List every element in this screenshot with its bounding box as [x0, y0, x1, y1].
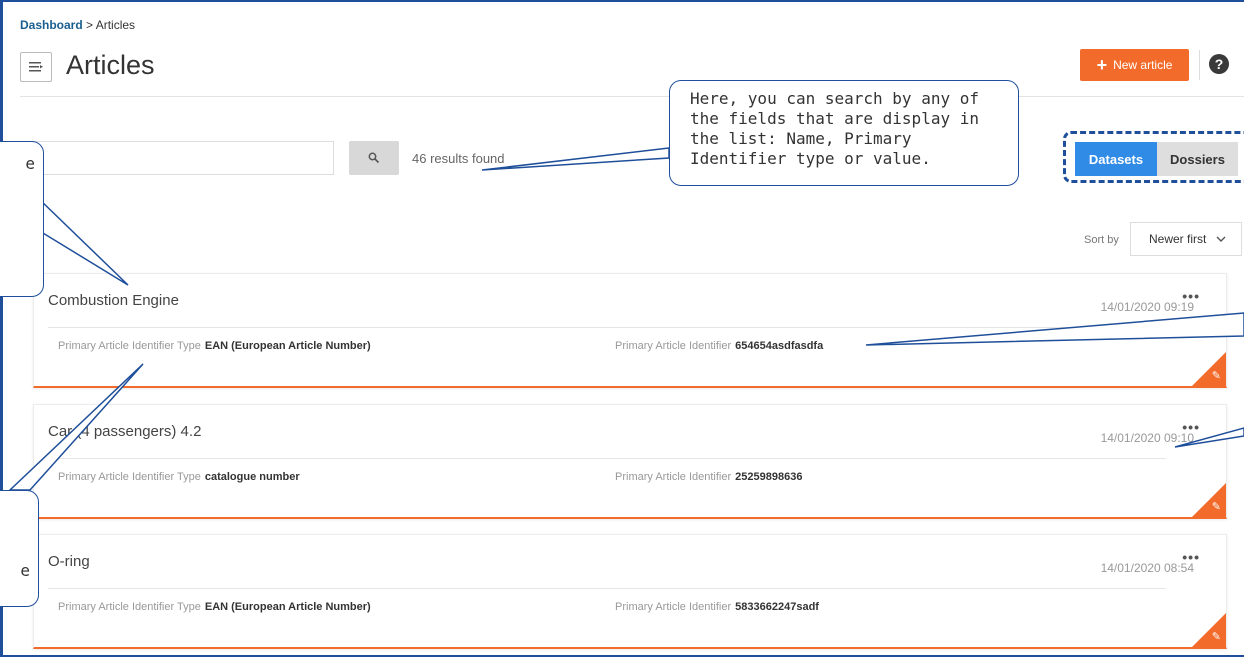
callout-pointer-left-bottom — [8, 363, 144, 491]
callout-left-top-text: e — [25, 154, 35, 173]
callout-search-tip: Here, you can search by any of the field… — [669, 80, 1019, 186]
callout-pointers — [8, 147, 1244, 491]
callout-pointer-left-top — [37, 196, 129, 286]
callout-pointer-right-top — [865, 312, 1244, 346]
callout-left-bottom-text: e — [20, 561, 30, 580]
callout-pointer-main — [481, 147, 670, 171]
callout-left-bottom: e — [0, 490, 39, 607]
callout-pointer-right-bottom — [1174, 427, 1244, 448]
callout-left-top: e — [0, 141, 44, 297]
